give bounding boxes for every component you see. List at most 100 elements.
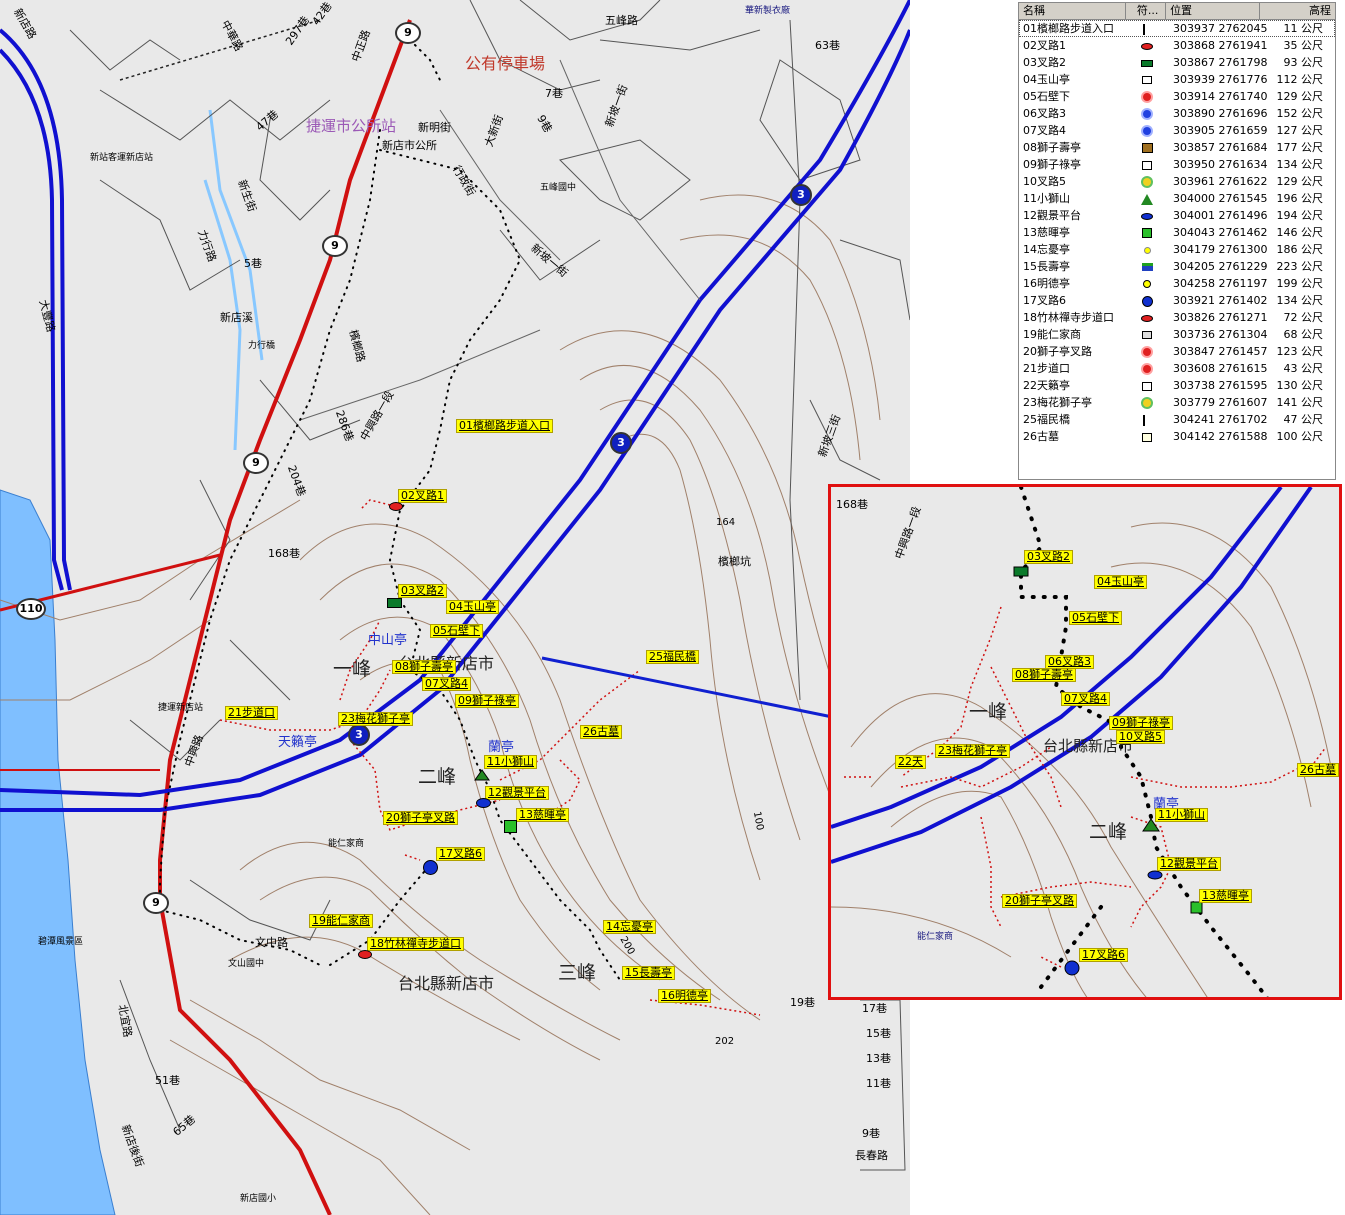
inset-waypoint-label[interactable]: 07叉路4 xyxy=(1061,692,1110,706)
waypoint-label[interactable]: 14忘憂亭 xyxy=(603,920,656,934)
row-symbol xyxy=(1127,309,1167,326)
street-label: 捷運新店站 xyxy=(158,703,204,713)
table-row[interactable]: 04玉山亭 303939 2761776 112 公尺 xyxy=(1019,71,1335,88)
row-position: 303939 2761776 xyxy=(1173,73,1268,86)
waypoint-label[interactable]: 11小獅山 xyxy=(484,755,537,769)
row-symbol xyxy=(1127,258,1167,275)
waypoint-label[interactable]: 07叉路4 xyxy=(422,677,471,691)
inset-waypoint-label[interactable]: 08獅子壽亭 xyxy=(1012,668,1076,682)
green-rect-icon xyxy=(387,598,402,608)
table-row[interactable]: 15長壽亭 304205 2761229 223 公尺 xyxy=(1019,258,1335,275)
waypoint-label[interactable]: 13慈暉亭 xyxy=(516,808,569,822)
row-name: 18竹林禪寺步道口 xyxy=(1023,311,1114,324)
inset-waypoint-label[interactable]: 06叉路3 xyxy=(1045,655,1094,669)
table-row[interactable]: 26古墓 304142 2761588 100 公尺 xyxy=(1019,428,1335,445)
street-label: 檳榔坑 xyxy=(718,555,751,568)
green-sun-icon xyxy=(1143,178,1151,186)
table-row[interactable]: 03叉路2 303867 2761798 93 公尺 xyxy=(1019,54,1335,71)
table-row[interactable]: 10叉路5 303961 2761622 129 公尺 xyxy=(1019,173,1335,190)
table-row[interactable]: 25福民橋 304241 2761702 47 公尺 xyxy=(1019,411,1335,428)
waypoint-label[interactable]: 18竹林禪寺步道口 xyxy=(367,937,464,951)
inset-waypoint-label[interactable]: 04玉山亭 xyxy=(1094,575,1147,589)
table-row[interactable]: 13慈暉亭 304043 2761462 146 公尺 xyxy=(1019,224,1335,241)
column-header-position[interactable]: 位置 xyxy=(1166,3,1261,19)
inset-waypoint-label[interactable]: 20獅子亭叉路 xyxy=(1002,894,1077,908)
row-position: 303868 2761941 xyxy=(1173,39,1268,52)
inset-waypoint-label[interactable]: 03叉路2 xyxy=(1024,550,1073,564)
row-position: 304258 2761197 xyxy=(1173,277,1268,290)
inset-map[interactable]: 一峰 二峰 台北縣新店市 168巷 中興路一段 蘭亭 能仁家商 03叉路2 04… xyxy=(828,484,1342,1000)
inset-waypoint-label[interactable]: 11小獅山 xyxy=(1155,808,1208,822)
row-name: 12觀景平台 xyxy=(1023,209,1081,222)
inset-waypoint-label[interactable]: 17叉路6 xyxy=(1079,948,1128,962)
topo-map[interactable]: 9 9 9 9 3 3 3 110 新店路 中華路 297巷 42巷 中正路 五… xyxy=(0,0,910,1215)
street-label: 7巷 xyxy=(545,87,563,100)
row-symbol xyxy=(1127,20,1167,37)
waypoint-label[interactable]: 03叉路2 xyxy=(398,584,447,598)
column-header-name[interactable]: 名稱 xyxy=(1019,3,1127,19)
row-symbol xyxy=(1127,224,1167,241)
table-row[interactable]: 06叉路3 303890 2761696 152 公尺 xyxy=(1019,105,1335,122)
inset-waypoint-label[interactable]: 12觀景平台 xyxy=(1157,857,1221,871)
waypoint-label[interactable]: 25福民橋 xyxy=(646,650,699,664)
green-house-icon xyxy=(1141,263,1153,271)
table-row[interactable]: 19能仁家商 303736 2761304 68 公尺 xyxy=(1019,326,1335,343)
row-name: 19能仁家商 xyxy=(1023,328,1081,341)
column-header-symbol[interactable]: 符... xyxy=(1126,3,1167,19)
row-elevation: 134 公尺 xyxy=(1276,158,1324,171)
inset-waypoint-label[interactable]: 13慈暉亭 xyxy=(1199,889,1252,903)
waypoint-label[interactable]: 20獅子亭叉路 xyxy=(383,811,458,825)
waypoint-label[interactable]: 09獅子祿亭 xyxy=(455,694,519,708)
inset-waypoint-label[interactable]: 09獅子祿亭 xyxy=(1109,716,1173,730)
table-row[interactable]: 21步道口 303608 2761615 43 公尺 xyxy=(1019,360,1335,377)
waypoint-label[interactable]: 19能仁家商 xyxy=(309,914,373,928)
inset-waypoint-label[interactable]: 26古墓 xyxy=(1297,763,1339,777)
street-label: 五峰路 xyxy=(605,14,638,27)
waypoint-label[interactable]: 05石壁下 xyxy=(430,624,483,638)
row-name: 04玉山亭 xyxy=(1023,73,1070,86)
waypoint-label[interactable]: 16明德亭 xyxy=(658,989,711,1003)
table-row[interactable]: 22天籟亭 303738 2761595 130 公尺 xyxy=(1019,377,1335,394)
table-row[interactable]: 23梅花獅子亭 303779 2761607 141 公尺 xyxy=(1019,394,1335,411)
table-row[interactable]: 18竹林禪寺步道口 303826 2761271 72 公尺 xyxy=(1019,309,1335,326)
table-row[interactable]: 09獅子祿亭 303950 2761634 134 公尺 xyxy=(1019,156,1335,173)
table-row[interactable]: 05石壁下 303914 2761740 129 公尺 xyxy=(1019,88,1335,105)
inset-waypoint-label[interactable]: 22天 xyxy=(895,755,926,769)
table-row[interactable]: 17叉路6 303921 2761402 134 公尺 xyxy=(1019,292,1335,309)
row-position: 303826 2761271 xyxy=(1173,311,1268,324)
table-row[interactable]: 02叉路1 303868 2761941 35 公尺 xyxy=(1019,37,1335,54)
table-row[interactable]: 01檳榔路步道入口 303937 2762045 11 公尺 xyxy=(1019,20,1335,37)
table-row[interactable]: 12觀景平台 304001 2761496 194 公尺 xyxy=(1019,207,1335,224)
waypoint-label[interactable]: 02叉路1 xyxy=(398,489,447,503)
waypoint-label[interactable]: 17叉路6 xyxy=(436,847,485,861)
row-name: 16明德亭 xyxy=(1023,277,1070,290)
row-symbol xyxy=(1127,139,1167,156)
inset-waypoint-label[interactable]: 23梅花獅子亭 xyxy=(935,744,1010,758)
waypoint-label[interactable]: 08獅子壽亭 xyxy=(392,660,456,674)
row-elevation: 130 公尺 xyxy=(1276,379,1324,392)
table-row[interactable]: 14忘憂亭 304179 2761300 186 公尺 xyxy=(1019,241,1335,258)
inset-waypoint-label[interactable]: 10叉路5 xyxy=(1116,730,1165,744)
inset-waypoint-label[interactable]: 05石壁下 xyxy=(1069,611,1122,625)
waypoint-label[interactable]: 26古墓 xyxy=(580,725,622,739)
waypoint-label[interactable]: 12觀景平台 xyxy=(485,786,549,800)
table-row[interactable]: 20獅子亭叉路 303847 2761457 123 公尺 xyxy=(1019,343,1335,360)
yellow-dot-icon xyxy=(1143,246,1151,254)
peak-label: 三峰 xyxy=(558,962,597,984)
table-row[interactable]: 08獅子壽亭 303857 2761684 177 公尺 xyxy=(1019,139,1335,156)
waypoint-label[interactable]: 15長壽亭 xyxy=(622,966,675,980)
row-position: 303847 2761457 xyxy=(1173,345,1268,358)
table-row[interactable]: 16明德亭 304258 2761197 199 公尺 xyxy=(1019,275,1335,292)
row-name: 20獅子亭叉路 xyxy=(1023,345,1092,358)
street-label: 文中路 xyxy=(255,936,288,949)
street-label: 五峰國中 xyxy=(540,183,577,193)
table-row[interactable]: 11小獅山 304000 2761545 196 公尺 xyxy=(1019,190,1335,207)
waypoint-label[interactable]: 23梅花獅子亭 xyxy=(338,712,413,726)
table-row[interactable]: 07叉路4 303905 2761659 127 公尺 xyxy=(1019,122,1335,139)
column-header-elevation[interactable]: 高程 xyxy=(1260,3,1335,19)
waypoint-label[interactable]: 01檳榔路步道入口 xyxy=(456,419,553,433)
waypoint-label[interactable]: 04玉山亭 xyxy=(446,600,499,614)
waypoint-table[interactable]: 名稱 符... 位置 高程 01檳榔路步道入口 303937 2762045 11 … xyxy=(1018,2,1336,480)
waypoint-label[interactable]: 21步道口 xyxy=(225,706,278,720)
row-symbol xyxy=(1127,88,1167,105)
